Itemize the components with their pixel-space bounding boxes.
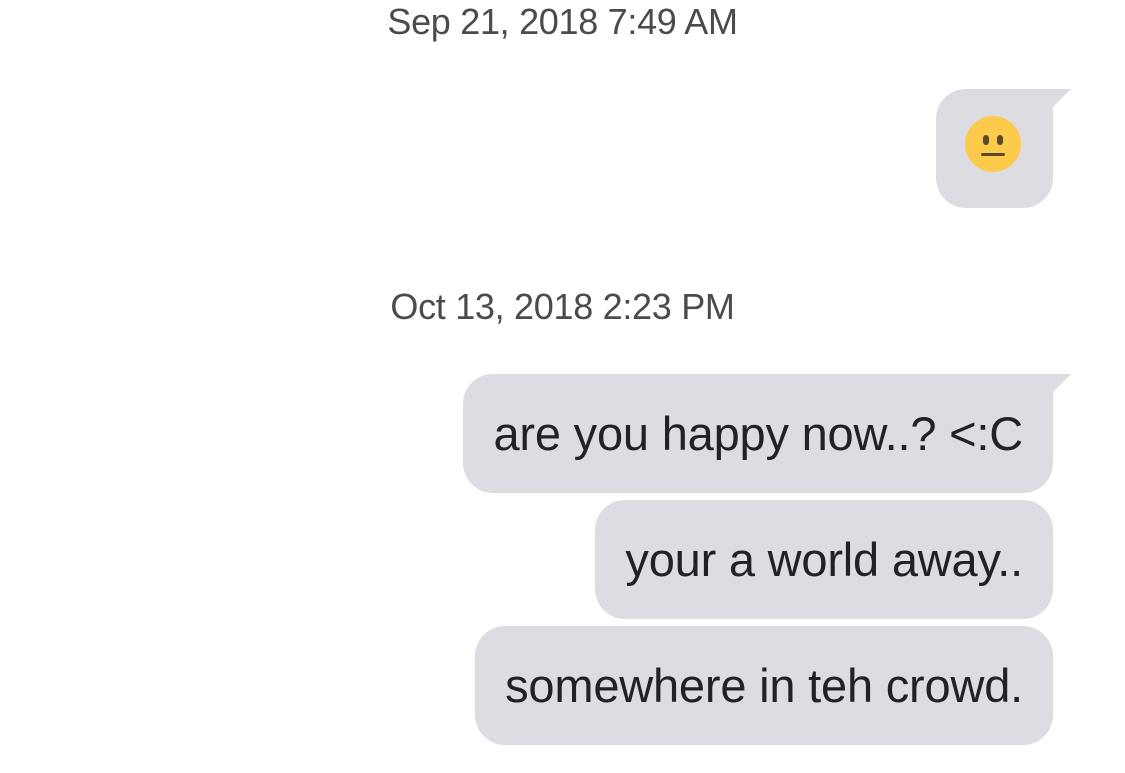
- emoji-right-eye: [997, 135, 1003, 145]
- timestamp-group-1: Sep 21, 2018 7:49 AM: [387, 1, 738, 42]
- timestamp-group-2: Oct 13, 2018 2:23 PM: [390, 286, 735, 327]
- message-bubble[interactable]: somewhere in teh crowd.: [475, 626, 1053, 745]
- message-text: your a world away..: [625, 533, 1023, 586]
- bubble-tail: [1053, 89, 1071, 107]
- message-text: are you happy now..? <:C: [493, 407, 1023, 460]
- emoji-mouth: [981, 153, 1005, 156]
- emoji-message-bubble[interactable]: [936, 89, 1071, 208]
- message-bubble[interactable]: your a world away..: [595, 500, 1053, 619]
- bubble-tail: [1053, 374, 1071, 392]
- message-text: somewhere in teh crowd.: [505, 659, 1023, 712]
- neutral-face-emoji-icon: [965, 116, 1021, 172]
- message-bubble[interactable]: are you happy now..? <:C: [463, 374, 1071, 493]
- emoji-left-eye: [983, 135, 989, 145]
